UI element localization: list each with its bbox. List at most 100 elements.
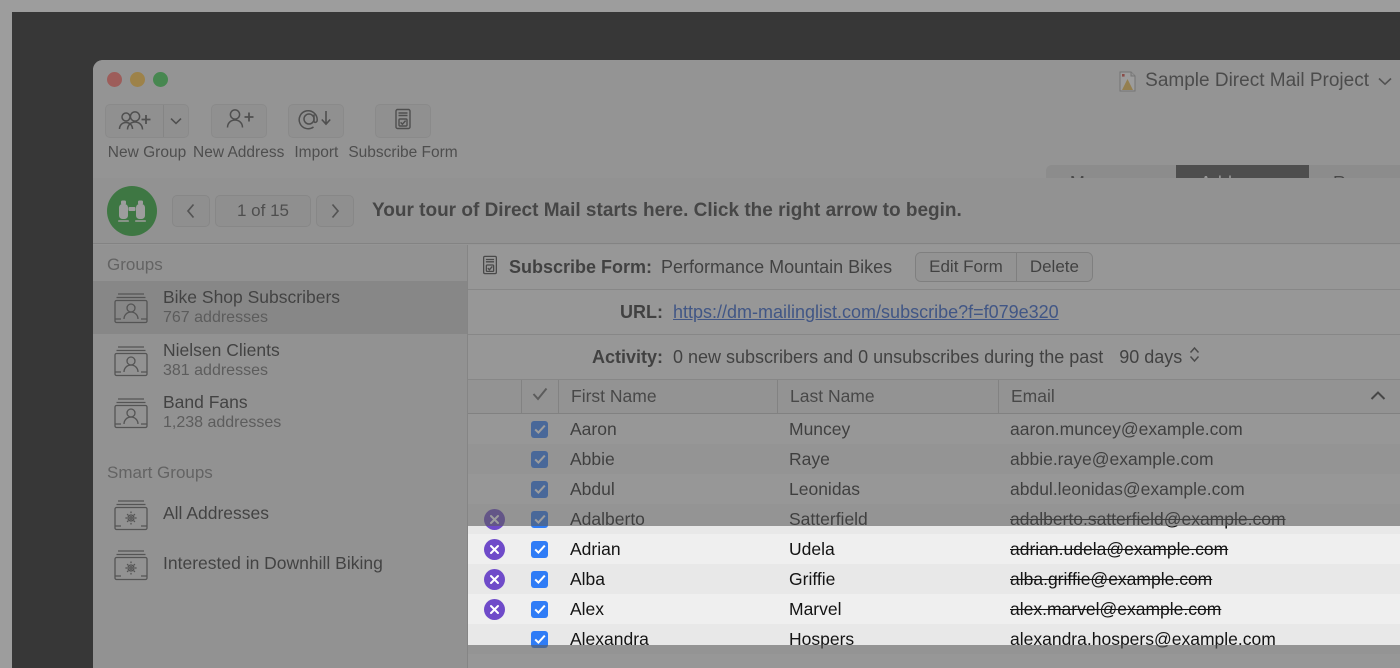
cell-email: alba.griffie@example.com	[1010, 568, 1213, 589]
cell-first-name: Adrian	[570, 538, 621, 559]
sidebar-item-bike-shop-subscribers[interactable]: Bike Shop Subscribers 767 addresses	[93, 281, 467, 334]
row-checkbox[interactable]	[531, 540, 548, 558]
window-title-area: Sample Direct Mail Project	[1119, 70, 1392, 92]
toolbar-item-import[interactable]: Import	[288, 104, 345, 162]
checkmark-icon	[532, 386, 548, 407]
cell-last-name: Leonidas	[789, 478, 861, 499]
table-row[interactable]: Alexandra Hospers alexandra.hospers@exam…	[468, 624, 1400, 645]
cell-first-name: Aaron	[570, 418, 617, 439]
column-header-email[interactable]: Email	[998, 380, 1400, 413]
column-header-last-name[interactable]: Last Name	[777, 380, 998, 413]
row-checkbox-cell[interactable]	[521, 474, 558, 504]
row-checkbox[interactable]	[531, 600, 548, 618]
sidebar-item-count: 767 addresses	[163, 309, 268, 327]
error-badge-icon[interactable]	[484, 538, 505, 560]
subscribe-form-button[interactable]	[375, 104, 432, 138]
binoculars-icon	[107, 185, 157, 236]
subscribe-url-row: URL: https://dm-mailinglist.com/subscrib…	[468, 290, 1400, 335]
row-error-cell	[468, 624, 521, 645]
table-row[interactable]: Alex Marvel alex.marvel@example.com	[468, 594, 1400, 624]
document-icon	[1119, 71, 1136, 92]
activity-summary: 0 new subscribers and 0 unsubscribes dur…	[673, 346, 1104, 367]
cell-email: abdul.leonidas@example.com	[1010, 478, 1245, 499]
tour-next-button[interactable]	[316, 194, 354, 227]
row-checkbox[interactable]	[531, 570, 548, 588]
row-checkbox[interactable]	[531, 510, 548, 528]
sidebar-item-label: Interested in Downhill Biking	[163, 553, 383, 574]
table-row[interactable]: Abdul Leonidas abdul.leonidas@example.co…	[468, 474, 1400, 504]
delete-button[interactable]: Delete	[1015, 253, 1092, 281]
tour-prev-button[interactable]	[172, 194, 210, 227]
row-error-cell	[468, 594, 521, 624]
sidebar-item-band-fans[interactable]: Band Fans 1,238 addresses	[93, 386, 467, 439]
window-toolbar: New Group New Address Import Subscribe F…	[93, 60, 1400, 201]
row-error-cell	[468, 414, 521, 444]
row-checkbox-cell[interactable]	[521, 564, 558, 594]
toolbar-item-subscribe-form[interactable]: Subscribe Form	[348, 104, 458, 162]
table-row[interactable]: Adalberto Satterfield adalberto.satterfi…	[468, 526, 1400, 534]
new-group-button[interactable]	[105, 104, 189, 138]
select-all-checkbox-header[interactable]	[521, 380, 558, 413]
row-checkbox-cell[interactable]	[521, 414, 558, 444]
row-checkbox-cell[interactable]	[521, 526, 558, 534]
row-error-cell	[468, 474, 521, 504]
sidebar-item-nielsen-clients[interactable]: Nielsen Clients 381 addresses	[93, 334, 467, 387]
subscribe-form-icon	[480, 254, 500, 281]
row-error-cell	[468, 534, 521, 564]
toolbar-item-new-group[interactable]: New Group	[105, 104, 189, 162]
error-badge-icon[interactable]	[484, 598, 505, 620]
cell-email: adrian.udela@example.com	[1010, 538, 1229, 559]
close-button[interactable]	[107, 72, 122, 87]
caret-up-icon	[1370, 388, 1386, 406]
row-checkbox[interactable]	[531, 420, 548, 438]
cell-last-name: Muncey	[789, 418, 851, 439]
tour-bar: 1 of 15 Your tour of Direct Mail starts …	[93, 178, 1400, 244]
error-badge-icon[interactable]	[484, 526, 505, 530]
smart-group-gear-icon	[111, 495, 151, 533]
import-button[interactable]	[288, 104, 345, 138]
activity-label: Activity:	[591, 346, 663, 367]
column-header-first-name[interactable]: First Name	[558, 380, 777, 413]
new-group-icon	[106, 105, 163, 137]
row-checkbox[interactable]	[531, 630, 548, 645]
minimize-button[interactable]	[130, 72, 145, 87]
activity-period-select[interactable]: 90 days	[1119, 346, 1200, 368]
sidebar-item-count: 1,238 addresses	[163, 414, 282, 432]
cell-first-name: Alba	[570, 568, 606, 589]
chevron-down-icon[interactable]	[164, 105, 188, 137]
new-address-button[interactable]	[210, 104, 267, 138]
row-error-cell	[468, 444, 521, 474]
row-checkbox[interactable]	[531, 450, 548, 468]
cell-first-name: Alex	[570, 598, 605, 619]
subscribe-form-actions: Edit Form Delete	[915, 252, 1093, 282]
row-checkbox-cell[interactable]	[521, 594, 558, 624]
table-row[interactable]: Aaron Muncey aaron.muncey@example.com	[468, 414, 1400, 444]
row-checkbox-cell[interactable]	[521, 624, 558, 645]
cell-first-name: Abbie	[570, 448, 615, 469]
toolbar-item-new-address[interactable]: New Address	[193, 104, 284, 162]
row-checkbox-cell[interactable]	[521, 444, 558, 474]
row-checkbox[interactable]	[531, 480, 548, 498]
up-down-chevrons-icon	[1189, 346, 1200, 368]
smart-group-gear-icon	[111, 545, 151, 583]
edit-form-button[interactable]: Edit Form	[916, 253, 1016, 281]
table-row[interactable]: Adrian Udela adrian.udela@example.com	[468, 534, 1400, 564]
tour-step-counter: 1 of 15	[215, 194, 311, 227]
subscribe-url-link[interactable]: https://dm-mailinglist.com/subscribe?f=f…	[673, 302, 1059, 323]
error-badge-icon[interactable]	[484, 568, 505, 590]
row-checkbox-cell[interactable]	[521, 534, 558, 564]
title-chevron-down-icon[interactable]	[1378, 70, 1392, 92]
activity-period-value: 90 days	[1119, 346, 1183, 367]
toolbar-label: New Group	[107, 144, 187, 161]
cell-last-name: Satterfield	[777, 526, 998, 534]
sidebar: Groups Bike Shop Subscribers 767 address…	[93, 245, 468, 668]
row-checkbox[interactable]	[531, 526, 548, 528]
toolbar-label: Import	[294, 144, 339, 161]
sidebar-item-all-addresses[interactable]: All Addresses	[93, 489, 467, 539]
table-row[interactable]: Abbie Raye abbie.raye@example.com	[468, 444, 1400, 474]
table-row[interactable]: Alba Griffie alba.griffie@example.com	[468, 564, 1400, 594]
error-column-header	[468, 380, 521, 413]
sidebar-item-interested-in-downhill-biking[interactable]: Interested in Downhill Biking	[93, 539, 467, 589]
sidebar-item-label: Bike Shop Subscribers	[163, 287, 341, 307]
zoom-button[interactable]	[153, 72, 168, 87]
